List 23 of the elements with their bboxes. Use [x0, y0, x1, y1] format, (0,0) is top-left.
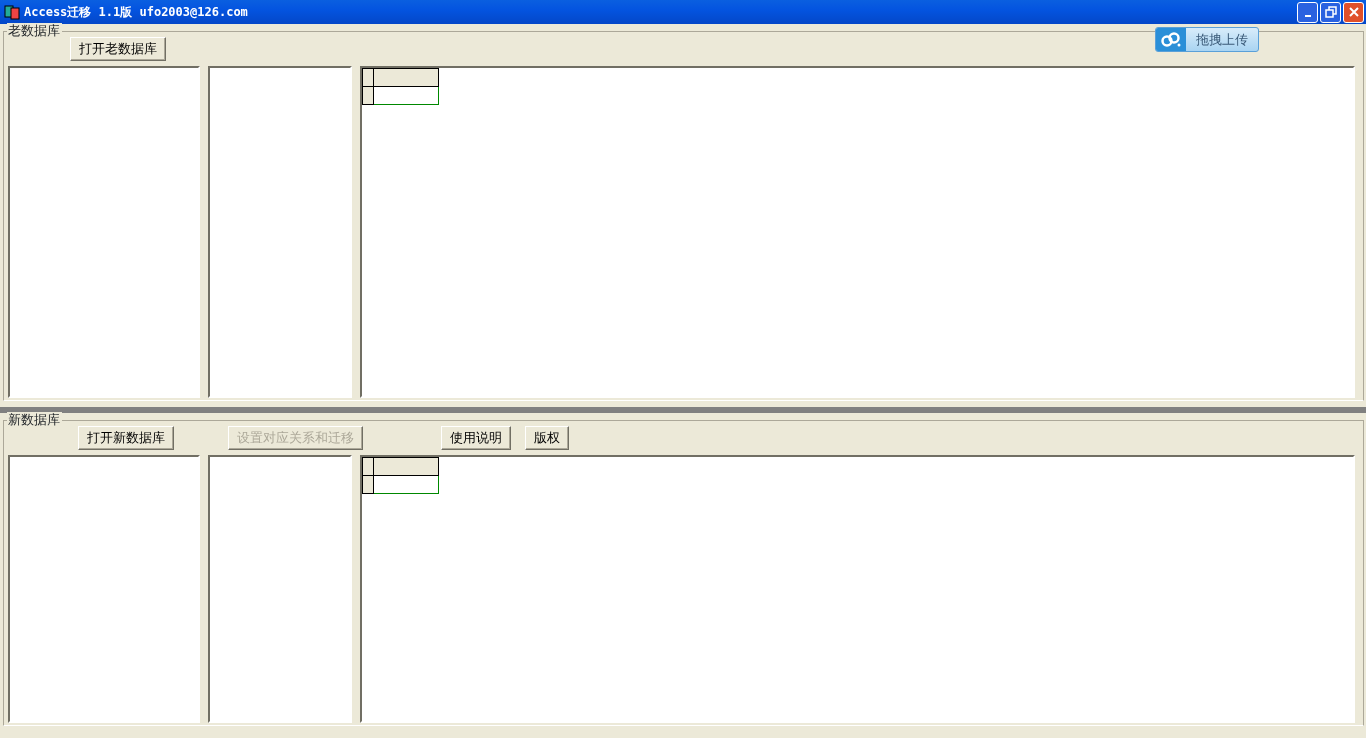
field-list[interactable] — [208, 66, 352, 398]
action-button[interactable]: 打开老数据库 — [70, 37, 166, 61]
app-icon — [4, 4, 20, 20]
action-button[interactable]: 版权 — [525, 426, 569, 450]
group-label: 新数据库 — [7, 412, 62, 428]
splitter[interactable] — [0, 407, 1366, 413]
data-grid[interactable] — [360, 455, 1355, 723]
restore-icon — [1324, 6, 1337, 18]
upload-button[interactable]: 拖拽上传 — [1155, 27, 1259, 52]
table-list[interactable] — [8, 66, 200, 398]
minimize-icon — [1304, 15, 1311, 17]
close-icon — [1347, 6, 1360, 18]
cloud-icon — [1160, 31, 1182, 48]
close-button[interactable] — [1343, 1, 1364, 23]
data-grid[interactable] — [360, 66, 1355, 398]
restore-button[interactable] — [1320, 1, 1341, 23]
minimize-button[interactable] — [1297, 1, 1318, 23]
action-button[interactable]: 打开新数据库 — [78, 426, 174, 450]
action-button[interactable]: 使用说明 — [441, 426, 511, 450]
field-list[interactable] — [208, 455, 352, 723]
group-label: 老数据库 — [7, 23, 62, 39]
table-list[interactable] — [8, 455, 200, 723]
window-title: Access迁移 1.1版 ufo2003@126.com — [24, 4, 248, 21]
